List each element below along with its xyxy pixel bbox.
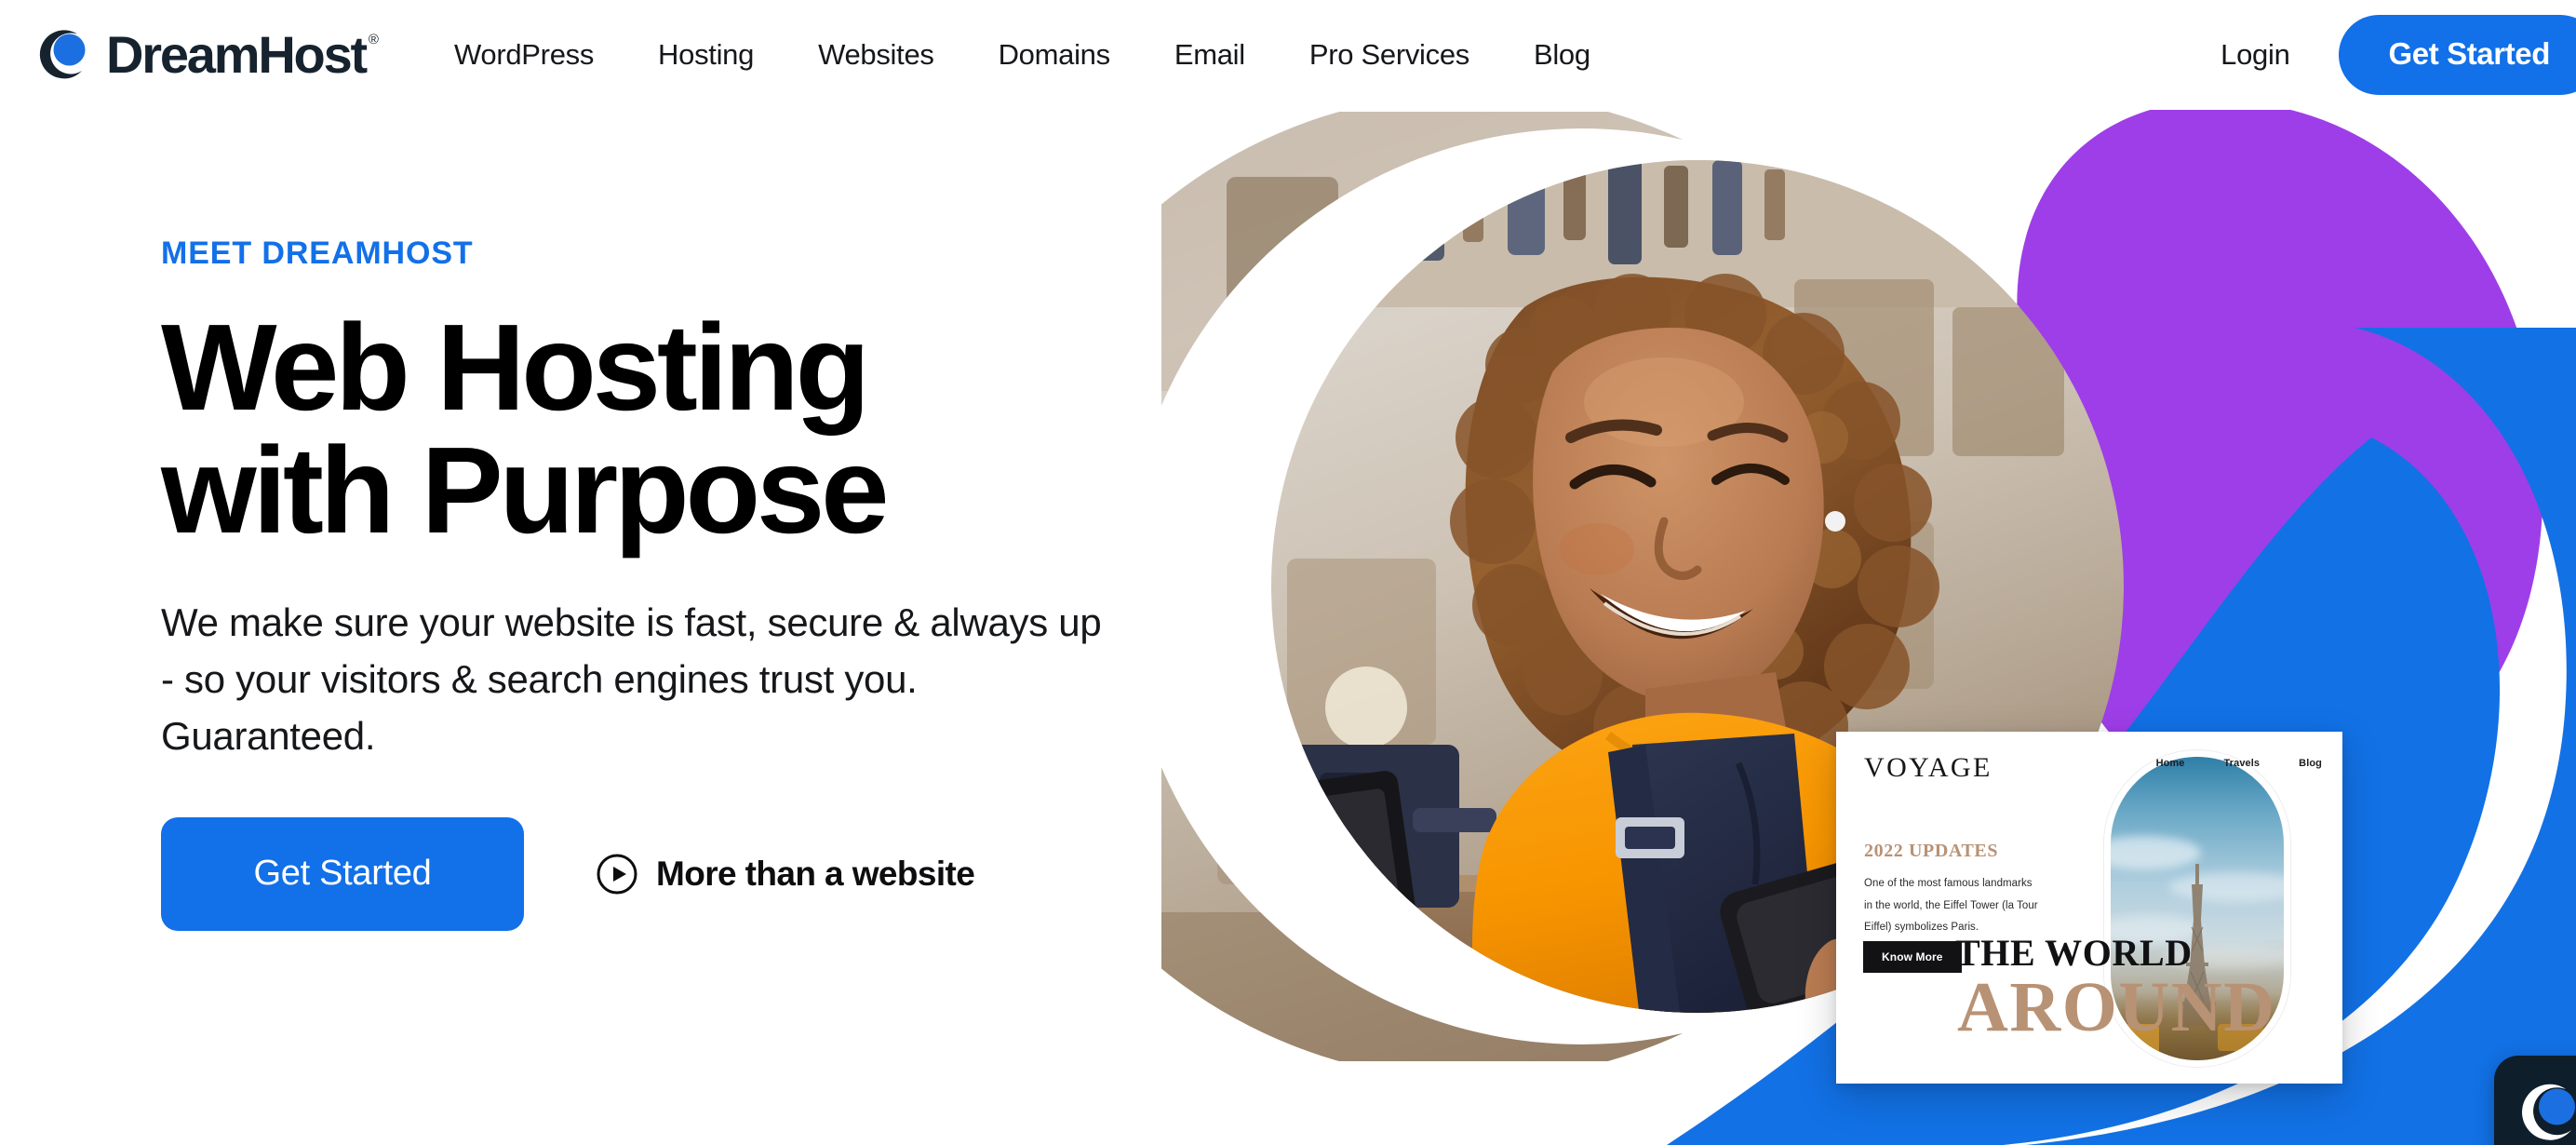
brand-name: DreamHost — [106, 25, 368, 84]
hero-actions: Get Started More than a website — [161, 816, 1324, 931]
login-link[interactable]: Login — [2220, 38, 2290, 72]
dreamhost-logo-link[interactable]: DreamHost ® — [35, 26, 379, 84]
voyage-nav-item-travels[interactable]: Travels — [2224, 758, 2261, 769]
nav-item-websites[interactable]: Websites — [818, 29, 934, 81]
nav-item-pro-services[interactable]: Pro Services — [1309, 29, 1469, 81]
voyage-body-text: One of the most famous landmarks in the … — [1864, 878, 2038, 934]
primary-navigation: WordPress Hosting Websites Domains Email… — [454, 29, 1590, 81]
voyage-section-label: 2022 UPDATES — [1864, 841, 1999, 861]
voyage-headline-top: THE WORLD — [1955, 932, 2193, 974]
voyage-website-preview-card[interactable]: VOYAGE Home Travels Blog 2022 UPDATES On… — [1836, 732, 2342, 1084]
voyage-logo: VOYAGE — [1864, 752, 1992, 783]
brand-wordmark: DreamHost ® — [106, 29, 379, 81]
header-actions: Login Get Started — [2220, 15, 2576, 95]
chat-widget-button[interactable] — [2494, 1056, 2576, 1145]
page-root: DreamHost ® WordPress Hosting Websites Do… — [0, 0, 2576, 1145]
voyage-headline-bottom: AROUND — [1957, 968, 2276, 1046]
dreamhost-crescent-logo-icon — [35, 26, 93, 84]
voyage-navigation: Home Travels Blog — [2156, 758, 2322, 769]
registered-trademark-icon: ® — [368, 32, 379, 47]
voyage-nav-item-home[interactable]: Home — [2156, 758, 2185, 769]
voyage-know-more-button[interactable]: Know More — [1863, 941, 1962, 973]
dreamhost-chat-icon — [2517, 1079, 2576, 1145]
more-than-a-website-link[interactable]: More than a website — [597, 854, 975, 895]
nav-item-hosting[interactable]: Hosting — [658, 29, 754, 81]
nav-item-email[interactable]: Email — [1174, 29, 1245, 81]
nav-item-domains[interactable]: Domains — [999, 29, 1111, 81]
more-than-a-website-label: More than a website — [656, 854, 975, 893]
hero-content: MEET DREAMHOST Web Hosting with Purpose … — [161, 237, 1324, 931]
nav-item-wordpress[interactable]: WordPress — [454, 29, 594, 81]
hero-subtitle: We make sure your website is fast, secur… — [161, 600, 1102, 758]
page-title: Web Hosting with Purpose — [161, 299, 890, 559]
site-header: DreamHost ® WordPress Hosting Websites Do… — [0, 0, 2576, 110]
voyage-nav-item-blog[interactable]: Blog — [2299, 758, 2322, 769]
nav-item-blog[interactable]: Blog — [1534, 29, 1590, 81]
play-circle-icon — [597, 854, 637, 895]
hero-get-started-button[interactable]: Get Started — [161, 816, 524, 931]
hero-eyebrow: MEET DREAMHOST — [161, 236, 474, 271]
header-get-started-button[interactable]: Get Started — [2338, 15, 2576, 95]
